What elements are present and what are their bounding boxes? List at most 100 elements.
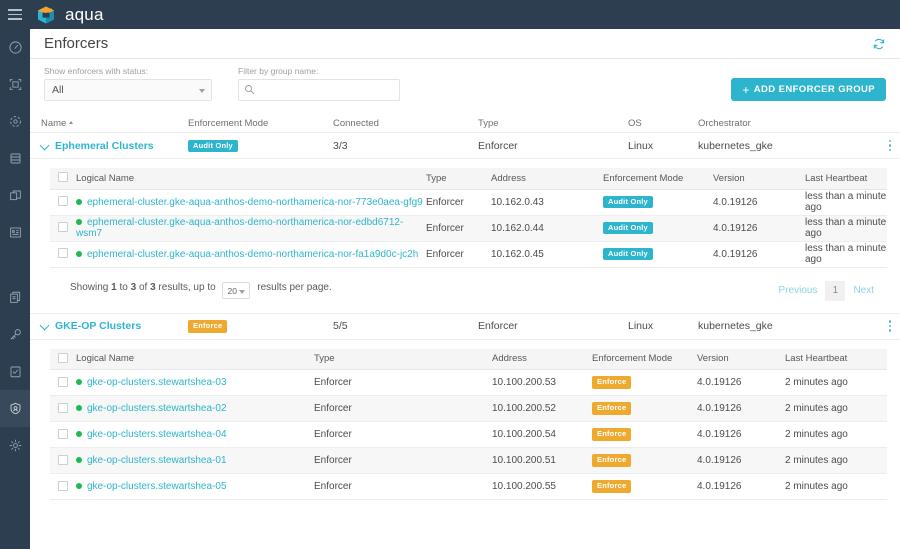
column-header-connected[interactable]: Connected bbox=[333, 118, 478, 129]
enforcer-type: Enforcer bbox=[314, 473, 492, 500]
search-icon bbox=[244, 84, 255, 95]
enforcer-address: 10.100.200.51 bbox=[492, 447, 592, 474]
expand-chevron-icon[interactable] bbox=[41, 141, 50, 150]
enforcer-name-link[interactable]: gke-op-clusters.stewartshea-04 bbox=[87, 429, 227, 440]
column-header-logical-name[interactable]: Logical Name bbox=[76, 168, 426, 190]
column-header-os[interactable]: OS bbox=[628, 118, 698, 129]
column-header-enforcement-mode[interactable]: Enforcement Mode bbox=[592, 348, 697, 370]
table-header-row: Logical Name Type Address Enforcement Mo… bbox=[50, 168, 887, 190]
sidebar-item-containers[interactable] bbox=[0, 103, 30, 140]
column-header-orchestrator[interactable]: Orchestrator bbox=[698, 118, 848, 129]
status-dot-icon bbox=[76, 219, 82, 225]
column-header-version[interactable]: Version bbox=[697, 348, 785, 370]
row-checkbox[interactable] bbox=[58, 428, 68, 439]
row-checkbox[interactable] bbox=[58, 402, 68, 413]
sidebar-item-enforcers[interactable] bbox=[0, 390, 30, 427]
enforcer-type: Enforcer bbox=[314, 447, 492, 474]
previous-page-button[interactable]: Previous bbox=[779, 285, 818, 296]
group-name[interactable]: Ephemeral Clusters bbox=[55, 140, 154, 152]
row-checkbox[interactable] bbox=[58, 222, 68, 232]
column-header-enforcement-mode[interactable]: Enforcement Mode bbox=[603, 168, 713, 190]
group-filter-label: Filter by group name: bbox=[238, 66, 319, 76]
hamburger-icon[interactable] bbox=[0, 0, 30, 29]
enforcer-group-row[interactable]: Ephemeral Clusters Audit Only 3/3 Enforc… bbox=[30, 132, 900, 159]
enforcer-name-link[interactable]: ephemeral-cluster.gke-aqua-anthos-demo-n… bbox=[76, 217, 403, 239]
row-checkbox[interactable] bbox=[58, 454, 68, 465]
row-checkbox[interactable] bbox=[58, 196, 68, 206]
column-header-address[interactable]: Address bbox=[492, 348, 592, 370]
enforcer-name-link[interactable]: gke-op-clusters.stewartshea-01 bbox=[87, 455, 227, 466]
enforcer-name-link[interactable]: ephemeral-cluster.gke-aqua-anthos-demo-n… bbox=[87, 249, 418, 260]
sidebar-item-policies[interactable] bbox=[0, 279, 30, 316]
enforcer-list-table: Logical Name Type Address Enforcement Mo… bbox=[50, 348, 887, 500]
enforcer-name-link[interactable]: gke-op-clusters.stewartshea-03 bbox=[87, 377, 227, 388]
sidebar-item-settings[interactable] bbox=[0, 427, 30, 464]
sidebar-item-dashboard[interactable] bbox=[0, 29, 30, 66]
enforcer-heartbeat: less than a minute ago bbox=[805, 241, 887, 268]
select-all-checkbox[interactable] bbox=[58, 352, 68, 363]
group-os: Linux bbox=[628, 139, 654, 152]
status-badge: Enforce bbox=[592, 480, 632, 493]
column-header-type[interactable]: Type bbox=[478, 118, 628, 129]
table-row[interactable]: ephemeral-cluster.gke-aqua-anthos-demo-n… bbox=[50, 241, 887, 268]
column-header-logical-name[interactable]: Logical Name bbox=[76, 348, 314, 370]
sidebar-item-database[interactable] bbox=[0, 140, 30, 177]
kebab-menu-icon[interactable] bbox=[888, 139, 891, 151]
status-filter-select[interactable]: All bbox=[44, 79, 212, 101]
add-enforcer-group-button[interactable]: + ADD ENFORCER GROUP bbox=[731, 78, 886, 101]
next-page-button[interactable]: Next bbox=[853, 285, 874, 296]
column-header-address[interactable]: Address bbox=[491, 168, 603, 190]
group-detail-panel: Logical Name Type Address Enforcement Mo… bbox=[30, 159, 900, 313]
column-header-type[interactable]: Type bbox=[426, 168, 491, 190]
row-checkbox[interactable] bbox=[58, 248, 68, 258]
row-checkbox[interactable] bbox=[58, 376, 68, 387]
table-row[interactable]: gke-op-clusters.stewartshea-05 Enforcer … bbox=[50, 473, 887, 500]
column-header-name[interactable]: Name bbox=[38, 118, 188, 129]
column-header-version[interactable]: Version bbox=[713, 168, 805, 190]
sidebar-item-functions[interactable] bbox=[0, 214, 30, 251]
enforcer-name-link[interactable]: gke-op-clusters.stewartshea-02 bbox=[87, 403, 227, 414]
column-header-last-heartbeat[interactable]: Last Heartbeat bbox=[785, 348, 887, 370]
chevron-down-icon bbox=[239, 289, 246, 294]
page-number-button[interactable]: 1 bbox=[825, 280, 846, 301]
table-row[interactable]: gke-op-clusters.stewartshea-02 Enforcer … bbox=[50, 395, 887, 422]
page-title: Enforcers bbox=[44, 35, 109, 52]
enforcer-group-row[interactable]: GKE-OP Clusters Enforce 5/5 Enforcer Lin… bbox=[30, 312, 900, 340]
sidebar-item-scan[interactable] bbox=[0, 66, 30, 103]
sidebar-rail bbox=[0, 29, 30, 549]
sidebar-item-secrets[interactable] bbox=[0, 316, 30, 353]
sidebar-item-compliance[interactable] bbox=[0, 353, 30, 390]
chevron-down-icon bbox=[199, 89, 205, 93]
brand-name: aqua bbox=[65, 4, 104, 24]
table-row[interactable]: gke-op-clusters.stewartshea-04 Enforcer … bbox=[50, 421, 887, 448]
refresh-icon[interactable] bbox=[872, 37, 886, 51]
column-header-type[interactable]: Type bbox=[314, 348, 492, 370]
table-row[interactable]: gke-op-clusters.stewartshea-01 Enforcer … bbox=[50, 447, 887, 474]
row-checkbox[interactable] bbox=[58, 480, 68, 491]
select-all-checkbox[interactable] bbox=[58, 172, 68, 183]
column-header-last-heartbeat[interactable]: Last Heartbeat bbox=[805, 168, 887, 190]
group-connected: 5/5 bbox=[333, 320, 348, 332]
enforcer-version: 4.0.19126 bbox=[713, 241, 805, 268]
group-os: Linux bbox=[628, 320, 654, 332]
enforcer-heartbeat: 2 minutes ago bbox=[785, 473, 887, 500]
pagination-summary: Showing 1 to 3 of 3 results, up to 20 re… bbox=[70, 282, 332, 300]
sidebar-item-images[interactable] bbox=[0, 177, 30, 214]
enforcer-name-link[interactable]: gke-op-clusters.stewartshea-05 bbox=[87, 481, 227, 492]
results-per-page-select[interactable]: 20 bbox=[222, 282, 251, 300]
enforcer-address: 10.162.0.43 bbox=[491, 189, 603, 216]
enforcer-name-link[interactable]: ephemeral-cluster.gke-aqua-anthos-demo-n… bbox=[87, 197, 423, 208]
group-search-input[interactable] bbox=[238, 79, 400, 101]
expand-chevron-icon[interactable] bbox=[41, 321, 50, 330]
table-row[interactable]: ephemeral-cluster.gke-aqua-anthos-demo-n… bbox=[50, 189, 887, 216]
pagination-total: 3 bbox=[150, 281, 156, 293]
kebab-menu-icon[interactable] bbox=[888, 320, 891, 332]
group-name[interactable]: GKE-OP Clusters bbox=[55, 320, 141, 332]
column-header-enforcement-mode[interactable]: Enforcement Mode bbox=[188, 118, 333, 129]
table-row[interactable]: ephemeral-cluster.gke-aqua-anthos-demo-n… bbox=[50, 215, 887, 242]
enforcer-version: 4.0.19126 bbox=[697, 473, 785, 500]
results-per-page-value: 20 bbox=[227, 285, 237, 296]
select-all-checkbox-cell bbox=[50, 168, 76, 190]
status-dot-icon bbox=[76, 250, 82, 257]
table-row[interactable]: gke-op-clusters.stewartshea-03 Enforcer … bbox=[50, 369, 887, 396]
